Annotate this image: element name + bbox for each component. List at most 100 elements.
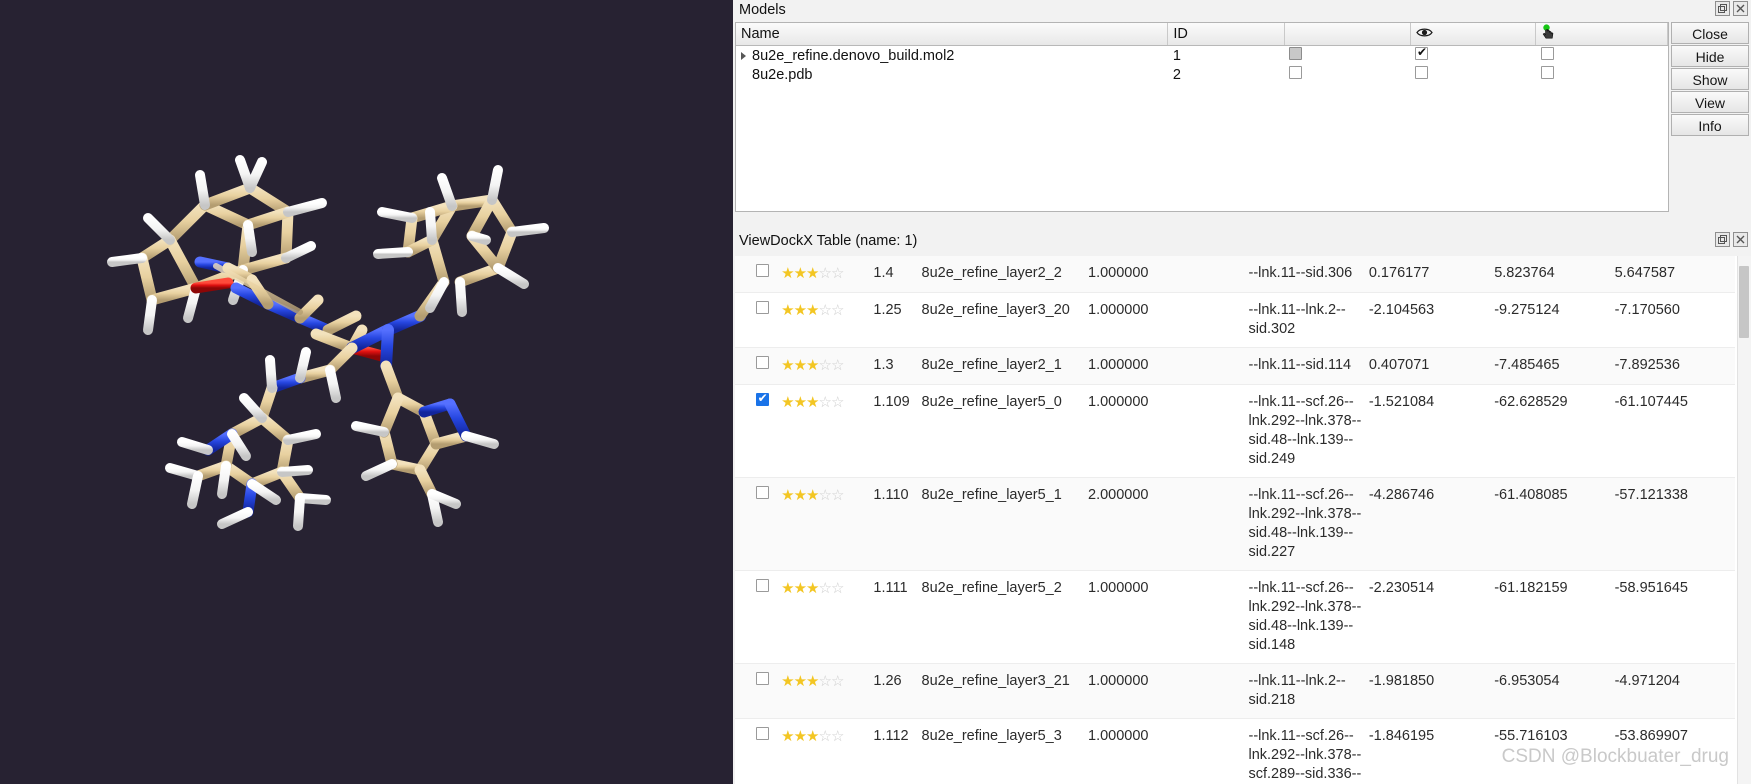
row-checkbox[interactable] <box>755 672 769 685</box>
star-icon[interactable]: ☆ <box>818 580 831 597</box>
float-panel-icon[interactable] <box>1715 232 1730 247</box>
row-checkbox[interactable] <box>755 356 769 369</box>
star-icon[interactable]: ☆ <box>818 394 831 411</box>
close-button[interactable]: Close <box>1671 22 1749 44</box>
viewdockx-scrollbar-thumb[interactable] <box>1739 266 1749 338</box>
row-checkbox-cell[interactable] <box>735 385 781 478</box>
star-icon[interactable]: ★ <box>781 580 794 597</box>
row-checkbox-cell[interactable] <box>735 256 781 293</box>
star-icon[interactable]: ☆ <box>818 265 831 282</box>
models-col-id[interactable]: ID <box>1167 23 1285 46</box>
star-icon[interactable]: ★ <box>781 357 794 374</box>
rating-stars[interactable]: ★★★☆☆ <box>781 478 873 571</box>
show-button[interactable]: Show <box>1671 68 1749 90</box>
models-col-name[interactable]: Name <box>736 23 1169 46</box>
model-color-cell[interactable] <box>1284 46 1410 66</box>
viewdockx-table-container[interactable]: ★★★☆☆ 1.4 8u2e_refine_layer2_2 1.000000 --ln… <box>735 256 1751 784</box>
table-row[interactable]: ★★★☆☆ 1.25 8u2e_refine_layer3_20 1.000000 --… <box>735 292 1735 348</box>
row-checkbox[interactable] <box>755 579 769 592</box>
star-icon[interactable]: ★ <box>806 487 819 504</box>
star-icon[interactable]: ★ <box>781 302 794 319</box>
models-col-visibility[interactable] <box>1410 23 1537 46</box>
model-visibility-cell[interactable] <box>1410 45 1536 66</box>
table-row[interactable]: 8u2e_refine.denovo_build.mol2 1 <box>736 45 1668 66</box>
star-icon[interactable]: ★ <box>794 487 807 504</box>
row-checkbox[interactable] <box>755 301 769 314</box>
model-select-cell[interactable] <box>1536 65 1668 84</box>
star-icon[interactable]: ☆ <box>818 487 831 504</box>
row-checkbox[interactable] <box>755 264 769 277</box>
star-icon[interactable]: ☆ <box>831 394 844 411</box>
visibility-checkbox[interactable] <box>1415 66 1429 79</box>
model-name-cell[interactable]: 8u2e.pdb <box>736 65 1168 84</box>
table-row[interactable]: 8u2e.pdb 2 <box>736 65 1668 84</box>
float-window-icon[interactable] <box>1715 1 1730 16</box>
star-icon[interactable]: ☆ <box>831 265 844 282</box>
star-icon[interactable]: ☆ <box>818 673 831 690</box>
visibility-checkbox[interactable] <box>1415 45 1429 60</box>
table-row[interactable]: ★★★☆☆ 1.111 8u2e_refine_layer5_2 1.000000 --… <box>735 570 1735 664</box>
rating-stars[interactable]: ★★★☆☆ <box>781 385 873 478</box>
star-icon[interactable]: ★ <box>806 728 819 745</box>
info-button[interactable]: Info <box>1671 114 1749 136</box>
row-checkbox-cell[interactable] <box>735 571 781 664</box>
models-col-select[interactable] <box>1535 23 1668 46</box>
star-icon[interactable]: ☆ <box>818 302 831 319</box>
rating-stars[interactable]: ★★★☆☆ <box>781 664 873 719</box>
star-icon[interactable]: ★ <box>781 265 794 282</box>
star-icon[interactable]: ☆ <box>831 302 844 319</box>
star-icon[interactable]: ☆ <box>831 673 844 690</box>
star-icon[interactable]: ☆ <box>831 580 844 597</box>
star-icon[interactable]: ★ <box>794 673 807 690</box>
rating-stars[interactable]: ★★★☆☆ <box>781 293 873 348</box>
star-icon[interactable]: ★ <box>781 394 794 411</box>
star-icon[interactable]: ★ <box>781 673 794 690</box>
rating-stars[interactable]: ★★★☆☆ <box>781 571 873 664</box>
star-icon[interactable]: ☆ <box>818 357 831 374</box>
star-icon[interactable]: ★ <box>794 357 807 374</box>
star-icon[interactable]: ★ <box>794 265 807 282</box>
star-icon[interactable]: ★ <box>794 580 807 597</box>
table-row[interactable]: ★★★☆☆1.1098u2e_refine_layer5_01.000000--… <box>735 384 1735 478</box>
model-select-cell[interactable] <box>1536 46 1668 66</box>
table-row[interactable]: ★★★☆☆ 1.4 8u2e_refine_layer2_2 1.000000 --ln… <box>735 256 1735 293</box>
viewdockx-scrollbar[interactable] <box>1737 256 1751 784</box>
row-checkbox[interactable] <box>755 391 769 406</box>
table-row[interactable]: ★★★☆☆ 1.3 8u2e_refine_layer2_1 1.000000 --ln… <box>735 347 1735 385</box>
model-name-cell[interactable]: 8u2e_refine.denovo_build.mol2 <box>736 46 1168 66</box>
rating-stars[interactable]: ★★★☆☆ <box>781 719 873 784</box>
star-icon[interactable]: ★ <box>794 394 807 411</box>
table-row[interactable]: ★★★☆☆ 1.112 8u2e_refine_layer5_3 1.000000 --… <box>735 718 1735 784</box>
row-checkbox-cell[interactable] <box>735 293 781 348</box>
star-icon[interactable]: ★ <box>806 302 819 319</box>
row-checkbox[interactable] <box>755 727 769 740</box>
close-panel-icon[interactable] <box>1733 232 1748 247</box>
star-icon[interactable]: ★ <box>806 580 819 597</box>
rating-stars[interactable]: ★★★☆☆ <box>781 348 873 385</box>
star-icon[interactable]: ★ <box>781 487 794 504</box>
expander-triangle-icon[interactable] <box>741 51 746 60</box>
view-button[interactable]: View <box>1671 91 1749 113</box>
star-icon[interactable]: ★ <box>781 728 794 745</box>
model-visibility-cell[interactable] <box>1410 65 1536 84</box>
select-checkbox[interactable] <box>1540 47 1554 60</box>
star-icon[interactable]: ★ <box>806 265 819 282</box>
star-icon[interactable]: ☆ <box>831 487 844 504</box>
table-row[interactable]: ★★★☆☆ 1.110 8u2e_refine_layer5_1 2.000000 --… <box>735 477 1735 571</box>
table-row[interactable]: ★★★☆☆ 1.26 8u2e_refine_layer3_21 1.000000 --… <box>735 663 1735 719</box>
row-checkbox-cell[interactable] <box>735 719 781 784</box>
close-window-icon[interactable] <box>1733 1 1748 16</box>
select-checkbox[interactable] <box>1540 66 1554 79</box>
star-icon[interactable]: ★ <box>794 728 807 745</box>
models-col-color[interactable] <box>1284 23 1411 46</box>
star-icon[interactable]: ☆ <box>818 728 831 745</box>
model-color-cell[interactable] <box>1284 65 1410 84</box>
rating-stars[interactable]: ★★★☆☆ <box>781 256 873 293</box>
row-checkbox-cell[interactable] <box>735 664 781 719</box>
models-table-container[interactable]: Name ID 8u2e_refine.denovo_build.mol2 1 … <box>735 22 1669 212</box>
color-swatch-checkbox[interactable] <box>1289 66 1303 79</box>
row-checkbox-cell[interactable] <box>735 478 781 571</box>
star-icon[interactable]: ★ <box>806 673 819 690</box>
star-icon[interactable]: ☆ <box>831 357 844 374</box>
star-icon[interactable]: ★ <box>794 302 807 319</box>
